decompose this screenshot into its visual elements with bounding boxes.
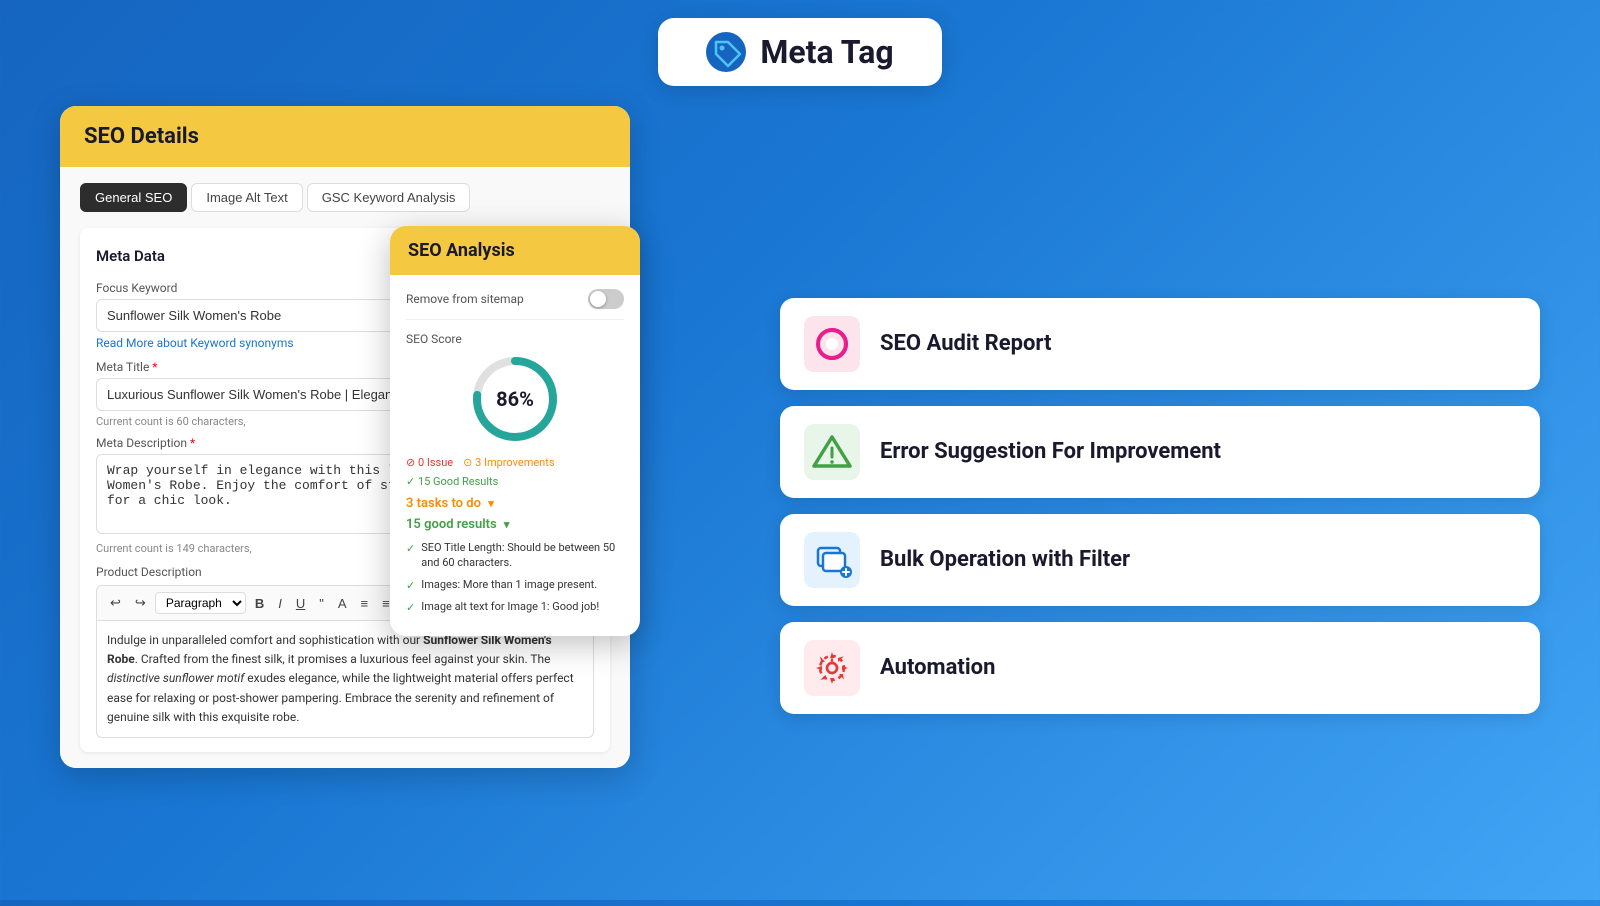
seo-audit-icon-wrap — [804, 316, 860, 372]
meta-section-title: Meta Data — [96, 247, 165, 265]
header: Meta Tag — [0, 0, 1600, 96]
feature-card-error-suggestion[interactable]: Error Suggestion For Improvement — [780, 406, 1540, 498]
right-panel: SEO Audit Report Error Suggestion For Im… — [780, 106, 1540, 896]
feature-card-automation[interactable]: Automation — [780, 622, 1540, 714]
paragraph-select[interactable]: Paragraph — [155, 592, 246, 614]
quote-button[interactable]: " — [314, 594, 329, 613]
underline-button[interactable]: U — [291, 594, 310, 613]
bulk-icon-wrap — [804, 532, 860, 588]
result-item-3: ✓ Image alt text for Image 1: Good job! — [406, 599, 624, 615]
tasks-chevron: ▾ — [488, 497, 494, 510]
error-suggestion-title: Error Suggestion For Improvement — [880, 439, 1221, 464]
automation-text: Automation — [880, 654, 1516, 683]
stat-improvements: ⊙ 3 Improvements — [463, 456, 554, 469]
left-panel: SEO Details General SEO Image Alt Text G… — [60, 106, 740, 896]
warning-icon — [812, 432, 852, 472]
seo-details-header: SEO Details — [60, 106, 630, 167]
sitemap-row: Remove from sitemap — [406, 289, 624, 320]
good-results-header[interactable]: 15 good results ▾ — [406, 517, 624, 532]
editor-content[interactable]: Indulge in unparalleled comfort and soph… — [96, 621, 594, 738]
result-check-icon-3: ✓ — [406, 600, 415, 615]
redo-button[interactable]: ↪ — [130, 593, 151, 613]
error-icon-wrap — [804, 424, 860, 480]
stats-row-good: ✓ 15 Good Results — [406, 475, 624, 488]
error-suggestion-text: Error Suggestion For Improvement — [880, 438, 1516, 467]
automation-title: Automation — [880, 655, 995, 680]
tabs-row: General SEO Image Alt Text GSC Keyword A… — [80, 183, 610, 212]
seo-audit-title: SEO Audit Report — [880, 331, 1051, 356]
header-pill: Meta Tag — [658, 18, 941, 86]
layers-icon — [812, 540, 852, 580]
result-check-icon-1: ✓ — [406, 541, 415, 556]
automation-icon-wrap — [804, 640, 860, 696]
gear-icon — [812, 648, 852, 688]
score-circle-container: 86% — [406, 354, 624, 444]
seo-score-label: SEO Score — [406, 332, 624, 346]
italic-button[interactable]: I — [273, 594, 287, 613]
seo-details-title: SEO Details — [84, 124, 199, 149]
seo-analysis-card: SEO Analysis Remove from sitemap SEO Sco… — [390, 226, 640, 636]
results-chevron: ▾ — [504, 518, 510, 531]
seo-audit-text: SEO Audit Report — [880, 330, 1516, 359]
undo-button[interactable]: ↩ — [105, 593, 126, 613]
sitemap-label: Remove from sitemap — [406, 292, 524, 306]
tab-image-alt[interactable]: Image Alt Text — [191, 183, 302, 212]
color-button[interactable]: A — [333, 594, 352, 613]
score-text: 86% — [496, 387, 534, 411]
tab-general-seo[interactable]: General SEO — [80, 183, 187, 212]
score-circle: 86% — [470, 354, 560, 444]
seo-analysis-header: SEO Analysis — [390, 226, 640, 275]
tasks-section: 3 tasks to do ▾ 15 good results ▾ ✓ SEO … — [406, 496, 624, 616]
bulk-operation-title: Bulk Operation with Filter — [880, 547, 1130, 572]
tag-icon — [706, 32, 746, 72]
seo-analysis-title: SEO Analysis — [408, 240, 515, 261]
align-left-button[interactable]: ≡ — [356, 594, 374, 613]
stat-good: ✓ 15 Good Results — [406, 475, 498, 488]
bulk-operation-text: Bulk Operation with Filter — [880, 546, 1516, 575]
tab-gsc-keyword[interactable]: GSC Keyword Analysis — [307, 183, 471, 212]
bold-button[interactable]: B — [250, 594, 269, 613]
result-check-icon-2: ✓ — [406, 578, 415, 593]
chart-icon — [812, 324, 852, 364]
feature-card-seo-audit[interactable]: SEO Audit Report — [780, 298, 1540, 390]
result-item-2: ✓ Images: More than 1 image present. — [406, 577, 624, 593]
main-content: SEO Details General SEO Image Alt Text G… — [0, 96, 1600, 906]
feature-card-bulk-operation[interactable]: Bulk Operation with Filter — [780, 514, 1540, 606]
tasks-header[interactable]: 3 tasks to do ▾ — [406, 496, 624, 511]
stats-row: ⊘ 0 Issue ⊙ 3 Improvements — [406, 456, 624, 469]
header-title: Meta Tag — [760, 33, 893, 71]
result-item-1: ✓ SEO Title Length: Should be between 50… — [406, 540, 624, 571]
stat-issue: ⊘ 0 Issue — [406, 456, 453, 469]
seo-analysis-body: Remove from sitemap SEO Score 86% — [390, 275, 640, 636]
sitemap-toggle[interactable] — [588, 289, 624, 309]
toggle-thumb — [590, 291, 606, 307]
